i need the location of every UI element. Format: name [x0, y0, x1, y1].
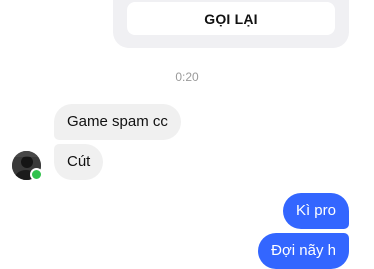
call-back-button[interactable]: GỌI LẠI [127, 2, 335, 35]
message-bubble-incoming[interactable]: Cút [54, 144, 104, 180]
call-ended-card: GỌI LẠI [113, 0, 349, 48]
message-bubble-outgoing[interactable]: Đợi nãy h [258, 233, 349, 269]
online-status-icon [30, 168, 43, 181]
contact-avatar[interactable] [12, 151, 43, 181]
message-timestamp: 0:20 [175, 70, 199, 84]
message-bubble-outgoing[interactable]: Kì pro [282, 193, 349, 229]
message-bubble-incoming[interactable]: Game spam cc [54, 104, 181, 140]
